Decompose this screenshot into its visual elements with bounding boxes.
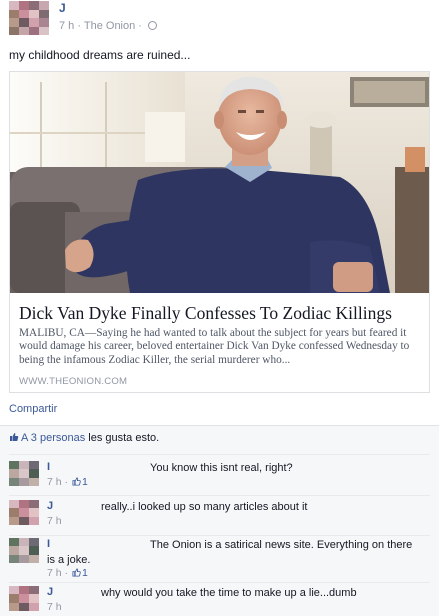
article-domain: WWW.THEONION.COM	[19, 376, 128, 387]
post-time[interactable]: 7 h	[59, 20, 74, 32]
share-button[interactable]: Compartir	[9, 403, 57, 415]
comment-meta: 7 h · 1	[47, 476, 88, 488]
like-thumb-icon[interactable]	[72, 568, 81, 577]
comment-text: really..i looked up so many articles abo…	[101, 501, 308, 513]
post-source[interactable]: The Onion	[84, 20, 135, 32]
comment-author[interactable]: J	[47, 586, 53, 598]
link-preview-card[interactable]: Dick Van Dyke Finally Confesses To Zodia…	[9, 71, 430, 393]
comment-meta: 7 h	[47, 515, 62, 527]
comment-time[interactable]: 7 h	[47, 601, 62, 613]
article-photo[interactable]	[10, 72, 429, 293]
post-header: J 7 h · The Onion ·	[9, 0, 429, 38]
comment-text: You know this isnt real, right?	[150, 462, 293, 474]
likers-link[interactable]: A 3 personas	[21, 432, 85, 444]
post-meta: 7 h · The Onion ·	[59, 20, 158, 32]
comment: I You know this isnt real, right? 7 h · …	[0, 461, 439, 491]
globe-icon[interactable]	[148, 21, 158, 30]
commenter-avatar[interactable]	[9, 500, 39, 525]
avatar[interactable]	[9, 1, 49, 35]
meta-separator-2: ·	[135, 20, 146, 32]
comment-author[interactable]: J	[47, 500, 53, 512]
divider	[9, 495, 430, 496]
comment-author[interactable]: I	[47, 461, 50, 473]
meta-separator: ·	[74, 20, 84, 32]
comment-text: The Onion is a satirical news site. Ever…	[47, 539, 413, 566]
comment-meta: 7 h · 1	[47, 567, 88, 579]
comment-time[interactable]: 7 h	[47, 567, 62, 579]
like-thumb-icon[interactable]	[72, 477, 81, 486]
comment: J really..i looked up so many articles a…	[0, 500, 439, 530]
divider	[9, 535, 430, 536]
comment: J why would you take the time to make up…	[0, 586, 439, 616]
divider	[9, 454, 430, 455]
article-title[interactable]: Dick Van Dyke Finally Confesses To Zodia…	[19, 303, 419, 324]
likes-rest-text: les gusta esto.	[85, 432, 160, 444]
comment: I The Onion is a satirical news site. Ev…	[0, 538, 439, 580]
divider	[9, 582, 430, 583]
article-description: MALIBU, CA—Saying he had wanted to talk …	[19, 327, 410, 366]
comment-time[interactable]: 7 h	[47, 515, 62, 527]
like-thumb-icon	[10, 433, 19, 441]
likes-summary: A 3 personas les gusta esto.	[9, 432, 159, 444]
commenter-avatar[interactable]	[9, 586, 39, 611]
comment-meta: 7 h	[47, 601, 62, 613]
comment-like-count[interactable]: 1	[82, 567, 88, 579]
feedback-section: A 3 personas les gusta esto. I You know …	[0, 425, 439, 616]
commenter-avatar[interactable]	[9, 538, 39, 563]
commenter-avatar[interactable]	[9, 461, 39, 486]
comment-time[interactable]: 7 h	[47, 476, 62, 488]
post-author[interactable]: J	[59, 1, 66, 15]
comment-text: why would you take the time to make up a…	[101, 587, 357, 599]
comment-like-count[interactable]: 1	[82, 476, 88, 488]
post-text: my childhood dreams are ruined...	[9, 48, 191, 62]
